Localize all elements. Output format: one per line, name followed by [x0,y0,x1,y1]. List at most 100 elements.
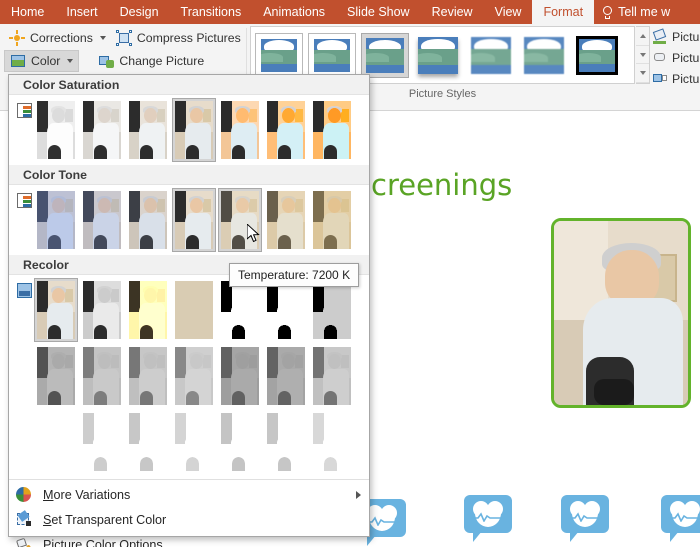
tell-me-box[interactable]: Tell me w [594,0,678,24]
recolor-thumb-r2-3[interactable] [173,411,215,473]
heart-pulse-bubble-icon-2[interactable] [464,495,512,542]
picture-style-6[interactable] [573,32,621,78]
picture-style-2[interactable] [361,32,409,78]
recolor-thumbs-row-1[interactable] [34,278,353,342]
recolor-thumb-r1-6[interactable] [311,345,353,407]
compress-pictures-label: Compress Pictures [136,30,241,45]
recolor-thumbs-row-3[interactable] [35,411,353,473]
tab-home[interactable]: Home [0,0,55,24]
recolor-thumbs-row-2[interactable] [35,345,353,407]
picture-effects-icon [652,50,668,66]
picture-layout-button[interactable]: Pictu [652,68,700,89]
recolor-thumb-r2-0[interactable] [35,411,77,473]
color-tone-thumb-3[interactable] [172,188,216,252]
color-saturation-thumb-2[interactable] [127,99,169,161]
more-variations-menu-item[interactable]: More Variations [9,482,369,507]
recolor-thumb-r1-5[interactable] [265,345,307,407]
heart-pulse-bubble-icon-3[interactable] [561,495,609,542]
picture-layout-label: Pictu [672,71,700,86]
color-tone-thumb-6[interactable] [311,189,353,251]
color-saturation-thumb-3[interactable] [172,98,216,162]
corrections-button[interactable]: Corrections [4,27,111,49]
set-transparent-color-menu-item[interactable]: Set Transparent Color [9,507,369,532]
picture-color-options-icon [15,536,33,547]
senior-man-blood-pressure-photo[interactable] [551,218,691,408]
recolor-thumb-r1-1[interactable] [81,345,123,407]
tab-slide-show[interactable]: Slide Show [336,0,421,24]
gallery-scrollbar[interactable] [636,26,650,84]
color-button[interactable]: Color [4,49,80,72]
thumbnail-tint-overlay [313,347,351,405]
color-tone-thumb-5[interactable] [265,189,307,251]
thumbnail-tint-overlay [175,281,213,339]
gallery-scroll-up-button[interactable] [636,27,649,46]
recolor-icon [13,279,35,298]
color-tone-thumbs[interactable] [35,188,353,252]
tab-design[interactable]: Design [109,0,170,24]
tab-insert[interactable]: Insert [55,0,108,24]
picture-effects-button[interactable]: Pictu [652,47,700,68]
thumbnail-image [129,281,167,339]
picture-border-icon [652,27,668,45]
compress-pictures-button[interactable]: Compress Pictures [111,27,246,49]
color-tone-thumb-2[interactable] [127,189,169,251]
tab-review[interactable]: Review [421,0,484,24]
color-tone-thumb-1[interactable] [81,189,123,251]
thumbnail-tint-overlay [175,413,213,471]
thumbnail-image [175,101,213,159]
recolor-thumb-r0-6[interactable] [311,279,353,341]
color-tone-thumb-0[interactable] [35,189,77,251]
recolor-thumb-r2-4[interactable] [219,411,261,473]
recolor-thumb-r1-0[interactable] [35,345,77,407]
thumbnail-image [37,191,75,249]
tab-transitions[interactable]: Transitions [170,0,253,24]
chevron-down-icon [99,35,106,40]
color-saturation-thumb-1[interactable] [81,99,123,161]
picture-border-button[interactable]: Pictu [652,26,700,47]
chevron-down-icon [67,58,74,63]
heart-pulse-bubble-icon-4[interactable] [661,495,700,542]
color-saturation-thumb-6[interactable] [311,99,353,161]
more-variations-label: More Variations [43,487,131,502]
color-saturation-thumb-5[interactable] [265,99,307,161]
recolor-thumb-r1-3[interactable] [173,345,215,407]
color-saturation-thumb-0[interactable] [35,99,77,161]
thumbnail-image [129,101,167,159]
recolor-thumb-r2-1[interactable] [81,411,123,473]
recolor-thumb-r2-5[interactable] [265,411,307,473]
gallery-scroll-down-button[interactable] [636,46,649,65]
picture-style-0[interactable] [255,32,303,78]
picture-style-1[interactable] [308,32,356,78]
picture-color-options-menu-item[interactable]: Picture Color Options... [9,532,369,547]
gallery-more-button[interactable] [636,64,649,84]
color-saturation-thumb-4[interactable] [219,99,261,161]
recolor-thumb-r0-0[interactable] [34,278,78,342]
recolor-thumb-r2-6[interactable] [311,411,353,473]
thumbnail-tint-overlay [267,347,305,405]
thumbnail-image [267,413,305,471]
tab-format[interactable]: Format [532,0,595,24]
recolor-thumb-r0-3[interactable] [173,279,215,341]
thumbnail-tint-overlay [267,191,305,249]
thumbnail-tint-overlay [37,281,75,339]
color-saturation-section [9,95,369,165]
recolor-thumb-r0-1[interactable] [81,279,123,341]
recolor-thumb-r2-2[interactable] [127,411,169,473]
picture-style-3[interactable] [414,32,462,78]
picture-style-4[interactable] [467,32,515,78]
recolor-thumb-r1-4[interactable] [219,345,261,407]
picture-format-buttons-group: Pictu Pictu Pictu [652,26,700,89]
thumbnail-tint-overlay [221,413,259,471]
change-picture-button[interactable]: Change Picture [93,50,209,72]
picture-style-5[interactable] [520,32,568,78]
color-dropdown-menu[interactable]: Color Saturation Color Tone Recolor More… [8,74,370,547]
tab-animations[interactable]: Animations [252,0,336,24]
recolor-thumb-r1-2[interactable] [127,345,169,407]
transparent-color-icon [15,510,33,528]
recolor-thumb-r0-2[interactable] [127,279,169,341]
color-saturation-thumbs[interactable] [35,98,353,162]
recolor-thumb-r0-4[interactable] [219,279,261,341]
tab-view[interactable]: View [484,0,533,24]
recolor-thumb-r0-5[interactable] [265,279,307,341]
thumbnail-tint-overlay [129,281,167,339]
